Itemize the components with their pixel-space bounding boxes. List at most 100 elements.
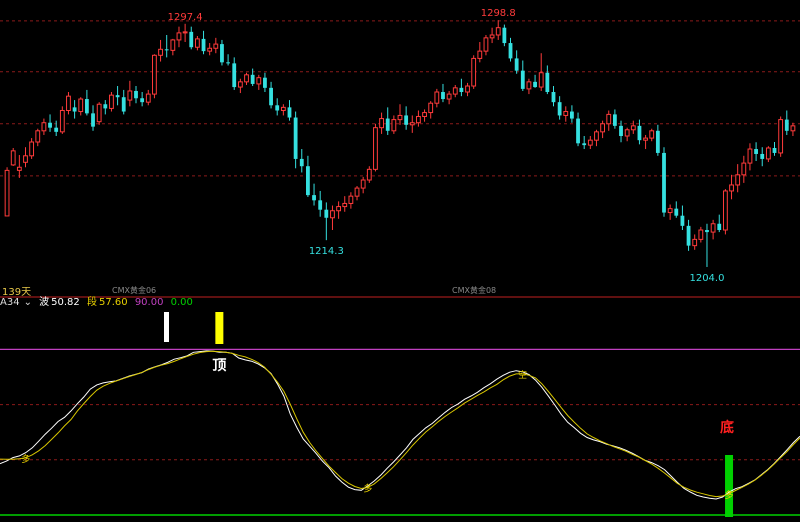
- candle-body: [667, 208, 673, 214]
- crossover-marker: 多: [363, 482, 372, 494]
- candle-body: [545, 72, 550, 93]
- candle-body: [717, 223, 722, 231]
- candle-body: [109, 94, 114, 109]
- candle-body: [576, 118, 580, 144]
- candle-body: [698, 229, 704, 240]
- candle-body: [471, 57, 477, 87]
- candle-body: [705, 230, 709, 233]
- candle-body: [459, 87, 464, 93]
- candle-body: [557, 102, 562, 116]
- candle-body: [692, 238, 698, 247]
- candle-body: [287, 107, 292, 118]
- candle-body: [336, 206, 342, 212]
- candle-body: [784, 119, 789, 131]
- bottom-marker-label: 底: [720, 419, 734, 436]
- candle-body: [318, 200, 323, 210]
- candle-body: [404, 115, 409, 125]
- crossover-marker: 空: [518, 369, 527, 381]
- candle-body: [551, 92, 556, 103]
- candle-body: [164, 49, 169, 51]
- candle-body: [373, 127, 378, 170]
- candle-body: [747, 148, 753, 164]
- candle-body: [201, 38, 206, 52]
- candle-body: [570, 111, 574, 119]
- candle-body: [103, 104, 108, 109]
- indicator-header: A34 ⌄ 波 50.82 段 57.60 90.00 0.00: [0, 296, 800, 310]
- price-low-label: 1204.0: [689, 273, 724, 284]
- candle-body: [662, 152, 666, 213]
- candle-body: [299, 158, 304, 167]
- candle-body: [778, 119, 784, 154]
- candle-body: [606, 113, 612, 125]
- candle-body: [441, 92, 445, 100]
- wave-line: [0, 350, 800, 500]
- candle-body: [680, 215, 685, 226]
- candle-body: [446, 93, 452, 100]
- chart-canvas[interactable]: 1297.4 1298.81214.31204.0顶底多多空多: [0, 0, 800, 522]
- candle-body: [502, 27, 507, 44]
- candle-body: [765, 147, 771, 160]
- candle-body: [563, 111, 569, 116]
- candle-body: [385, 118, 390, 131]
- candle-body: [760, 153, 765, 159]
- candle-body: [735, 174, 741, 186]
- candle-body: [29, 141, 35, 157]
- indicator-name[interactable]: A34: [0, 297, 20, 308]
- candle-body: [366, 168, 372, 181]
- candle-body: [54, 127, 59, 132]
- candle-body: [582, 143, 587, 146]
- candle-body: [213, 43, 219, 49]
- candle-body: [232, 63, 237, 88]
- top-marker-label: 顶: [212, 358, 226, 374]
- candle-body: [434, 91, 440, 104]
- candle-body: [269, 87, 273, 106]
- candle-body: [176, 32, 182, 41]
- wave-label: 波: [39, 297, 50, 308]
- candle-body: [134, 90, 138, 99]
- candle-body: [152, 54, 157, 95]
- candle-body: [96, 103, 102, 123]
- contract-label-2: CMX黄金08: [452, 286, 497, 295]
- candle-body: [686, 225, 691, 246]
- candle-body: [48, 122, 52, 128]
- segment-value: 57.60: [98, 297, 128, 308]
- signal-bar-bottom: [725, 455, 734, 517]
- candle-body: [127, 90, 133, 101]
- candle-body: [594, 131, 599, 141]
- candle-body: [78, 98, 84, 113]
- candle-body: [237, 81, 243, 88]
- candle-body: [772, 147, 777, 153]
- candle-body: [226, 62, 230, 64]
- candle-body: [194, 38, 200, 48]
- candle-body: [630, 125, 636, 131]
- candle-body: [624, 129, 630, 137]
- candle-body: [84, 99, 89, 114]
- candle-body: [23, 155, 28, 163]
- candle-body: [587, 139, 593, 146]
- candle-body: [244, 74, 249, 83]
- candle-body: [754, 149, 758, 154]
- dropdown-chevron-icon[interactable]: ⌄: [24, 297, 32, 308]
- segment-line: [0, 350, 800, 498]
- candle-body: [428, 102, 434, 114]
- candle-body: [600, 123, 606, 133]
- candle-body: [275, 105, 280, 111]
- candle-body: [655, 130, 660, 153]
- candle-body: [41, 122, 47, 132]
- candle-body: [495, 27, 501, 36]
- candle-body: [489, 34, 495, 39]
- candle-body: [416, 115, 421, 124]
- candle-body: [170, 39, 176, 51]
- candle-body: [422, 112, 427, 117]
- candle-body: [145, 93, 151, 103]
- candle-body: [342, 202, 348, 208]
- candle-body: [391, 119, 397, 132]
- candle-body: [207, 47, 213, 52]
- wave-value: 50.82: [51, 297, 80, 308]
- price-high-label: 1298.8: [481, 8, 516, 19]
- price-low-label: 1214.3: [309, 246, 344, 257]
- candle-body: [10, 150, 16, 166]
- candle-body: [330, 210, 335, 219]
- candle-body: [189, 31, 194, 48]
- candle-body: [674, 208, 679, 216]
